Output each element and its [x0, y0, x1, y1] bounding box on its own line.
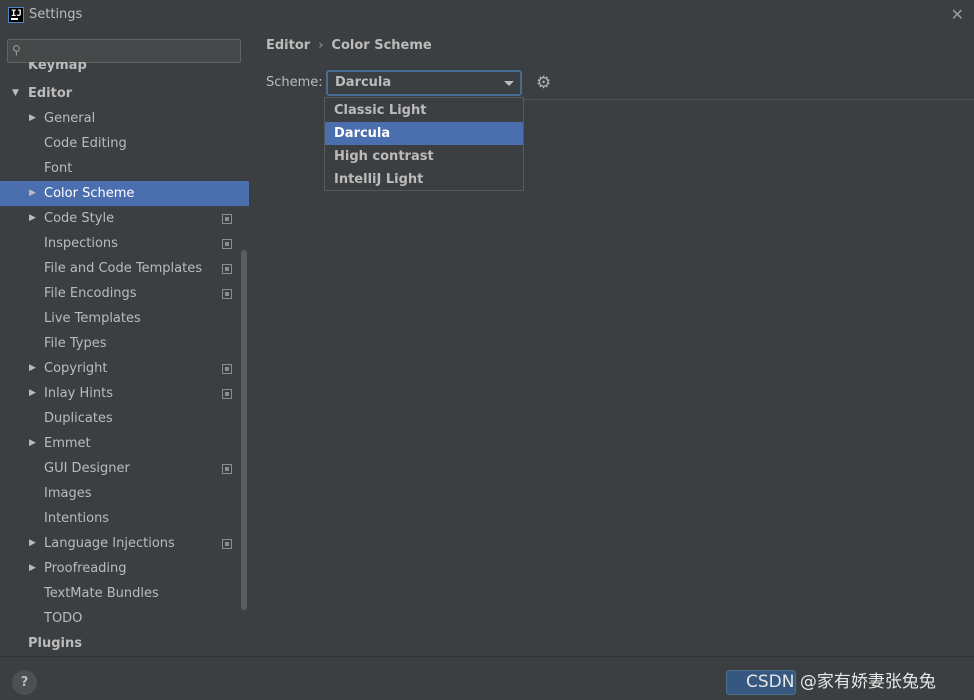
- sidebar-item-label: Language Injections: [44, 536, 175, 551]
- scheme-option-intellij-light[interactable]: IntelliJ Light: [325, 168, 523, 191]
- collapsed-arrow-icon[interactable]: ▶: [29, 531, 36, 556]
- sidebar-item-language-injections[interactable]: ▶ Language Injections: [0, 531, 249, 556]
- expanded-arrow-icon: ▼: [12, 88, 19, 98]
- sidebar-item-label: Color Scheme: [44, 186, 135, 201]
- sidebar-item-label: Code Editing: [44, 136, 127, 151]
- project-scope-icon: [222, 539, 232, 549]
- project-scope-icon: [222, 264, 232, 274]
- collapsed-arrow-icon[interactable]: ▶: [29, 431, 36, 456]
- settings-tree: Keymap ▼ Editor ▶ General Code Editing Font…: [0, 62, 249, 656]
- sidebar-item-label: Plugins: [28, 636, 82, 651]
- sidebar-item-inlay-hints[interactable]: ▶ Inlay Hints: [0, 381, 249, 406]
- sidebar-item-label: Code Style: [44, 211, 115, 226]
- sidebar-item-label: Font: [44, 161, 73, 176]
- chevron-down-icon: [504, 81, 514, 86]
- project-scope-icon: [222, 239, 232, 249]
- sidebar-item-todo[interactable]: TODO: [0, 606, 249, 631]
- sidebar-item-file-and-code-templates[interactable]: File and Code Templates: [0, 256, 249, 281]
- sidebar-scrollbar[interactable]: [241, 250, 247, 610]
- sidebar-item-label: File and Code Templates: [44, 261, 202, 276]
- sidebar-item-code-style[interactable]: ▶ Code Style: [0, 206, 249, 231]
- watermark-text: CSDN @家有娇妻张兔兔: [746, 672, 936, 692]
- project-scope-icon: [222, 289, 232, 299]
- sidebar-item-color-scheme[interactable]: ▶ Color Scheme: [0, 181, 249, 206]
- sidebar-item-textmate-bundles[interactable]: TextMate Bundles: [0, 581, 249, 606]
- search-icon: ⚲: [12, 43, 21, 57]
- sidebar-item-label: Editor: [28, 86, 73, 101]
- sidebar-item-label: File Types: [44, 336, 107, 351]
- scheme-dropdown[interactable]: Darcula: [326, 70, 522, 96]
- sidebar-item-font[interactable]: Font: [0, 156, 249, 181]
- project-scope-icon: [222, 364, 232, 374]
- project-scope-icon: [222, 389, 232, 399]
- sidebar-item-proofreading[interactable]: ▶ Proofreading: [0, 556, 249, 581]
- sidebar-item-inspections[interactable]: Inspections: [0, 231, 249, 256]
- collapsed-arrow-icon[interactable]: ▶: [29, 106, 36, 131]
- collapsed-arrow-icon[interactable]: ▶: [29, 206, 36, 231]
- scheme-option-classic-light[interactable]: Classic Light: [325, 99, 523, 122]
- collapsed-arrow-icon[interactable]: ▶: [29, 181, 36, 206]
- sidebar-item-duplicates[interactable]: Duplicates: [0, 406, 249, 431]
- sidebar-item-label: TODO: [44, 611, 83, 626]
- sidebar-item-label: GUI Designer: [44, 461, 130, 476]
- sidebar-item-label: Images: [44, 486, 92, 501]
- sidebar-item-label: Emmet: [44, 436, 91, 451]
- sidebar-item-copyright[interactable]: ▶ Copyright: [0, 356, 249, 381]
- breadcrumb-separator: ›: [318, 38, 324, 53]
- sidebar-item-plugins[interactable]: Plugins: [0, 631, 249, 656]
- search-input[interactable]: ⚲: [7, 39, 241, 63]
- close-icon[interactable]: ✕: [951, 5, 964, 24]
- breadcrumb-parent[interactable]: Editor: [266, 38, 310, 53]
- sidebar-item-keymap[interactable]: Keymap: [0, 62, 249, 81]
- sidebar-item-code-editing[interactable]: Code Editing: [0, 131, 249, 156]
- collapsed-arrow-icon[interactable]: ▶: [29, 356, 36, 381]
- sidebar-item-file-types[interactable]: File Types: [0, 331, 249, 356]
- main-panel: Editor › Color Scheme Scheme: Darcula ⚙ Cl…: [249, 32, 974, 656]
- sidebar-item-label: File Encodings: [44, 286, 137, 301]
- sidebar-item-general[interactable]: ▶ General: [0, 106, 249, 131]
- bottom-bar: ? CSDN @家有娇妻张兔兔: [0, 656, 974, 700]
- title-bar: IJ Settings ✕: [0, 0, 974, 32]
- sidebar-item-editor[interactable]: ▼ Editor: [0, 81, 249, 106]
- sidebar-item-label: Duplicates: [44, 411, 113, 426]
- window-title: Settings: [29, 7, 83, 22]
- scheme-selected-value: Darcula: [335, 75, 392, 90]
- sidebar-item-label: Intentions: [44, 511, 110, 526]
- sidebar-item-live-templates[interactable]: Live Templates: [0, 306, 249, 331]
- sidebar-item-label: Inlay Hints: [44, 386, 113, 401]
- sidebar-item-label: General: [44, 111, 96, 126]
- sidebar-item-label: Copyright: [44, 361, 108, 376]
- breadcrumb-current: Color Scheme: [331, 38, 432, 53]
- collapsed-arrow-icon[interactable]: ▶: [29, 381, 36, 406]
- collapsed-arrow-icon[interactable]: ▶: [29, 556, 36, 581]
- intellij-app-icon: IJ: [8, 7, 24, 23]
- sidebar-item-file-encodings[interactable]: File Encodings: [0, 281, 249, 306]
- project-scope-icon: [222, 464, 232, 474]
- settings-sidebar: ⚲ Keymap ▼ Editor ▶ General Code Editing Fo…: [0, 32, 249, 656]
- scheme-option-high-contrast[interactable]: High contrast: [325, 145, 523, 168]
- help-button[interactable]: ?: [12, 670, 37, 695]
- scheme-options-list: Classic Light Darcula High contrast Intelli…: [324, 97, 524, 191]
- scheme-option-darcula[interactable]: Darcula: [325, 122, 523, 145]
- sidebar-item-images[interactable]: Images: [0, 481, 249, 506]
- sidebar-item-label: Live Templates: [44, 311, 141, 326]
- gear-icon[interactable]: ⚙: [536, 73, 551, 93]
- sidebar-item-label: Inspections: [44, 236, 118, 251]
- editor-children: ▶ General Code Editing Font ▶ Color Scheme ▶ Co…: [0, 106, 249, 631]
- sidebar-item-label: Proofreading: [44, 561, 127, 576]
- breadcrumb: Editor › Color Scheme: [266, 38, 432, 53]
- sidebar-item-intentions[interactable]: Intentions: [0, 506, 249, 531]
- sidebar-item-label: TextMate Bundles: [44, 586, 159, 601]
- sidebar-item-gui-designer[interactable]: GUI Designer: [0, 456, 249, 481]
- project-scope-icon: [222, 214, 232, 224]
- scheme-label: Scheme:: [266, 75, 323, 90]
- sidebar-item-emmet[interactable]: ▶ Emmet: [0, 431, 249, 456]
